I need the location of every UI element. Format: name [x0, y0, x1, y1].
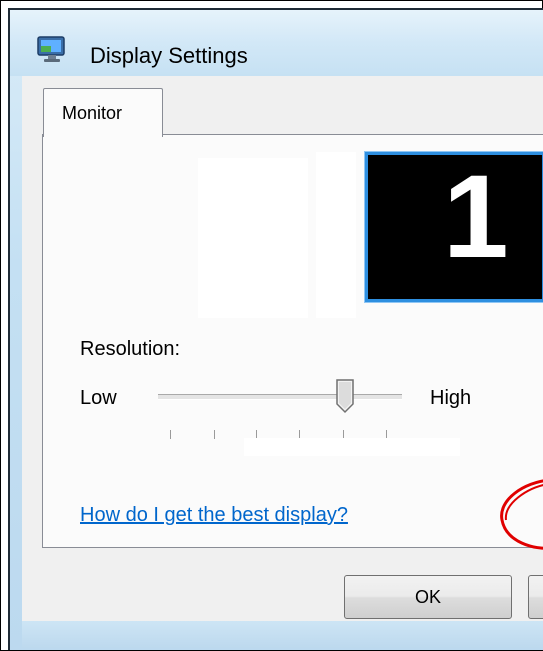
monitor-number: 1	[443, 151, 509, 283]
resolution-high-label: High	[430, 387, 472, 409]
monitor-preview-area	[198, 158, 308, 318]
window-bottom-frame	[22, 621, 543, 648]
resolution-value-area	[244, 438, 460, 456]
resolution-label: Resolution:	[80, 338, 181, 360]
tab-monitor[interactable]: Monitor	[43, 88, 163, 137]
resolution-low-label: Low	[80, 387, 117, 409]
cancel-button[interactable]	[528, 575, 543, 619]
monitor-1-tile[interactable]: 1	[365, 151, 543, 302]
title-bar[interactable]: Display Settings	[10, 10, 543, 76]
red-circle-annotation	[500, 479, 543, 550]
window-title: Display Settings	[90, 43, 248, 68]
slider-tick	[170, 430, 171, 439]
ok-button[interactable]: OK	[344, 575, 512, 619]
display-settings-icon	[37, 36, 65, 62]
resolution-slider-track[interactable]	[158, 394, 402, 400]
monitor-preview-gap	[316, 152, 356, 318]
slider-tick	[214, 430, 215, 439]
best-display-help-link[interactable]: How do I get the best display?	[80, 504, 348, 527]
tab-monitor-label: Monitor	[62, 103, 123, 123]
resolution-slider-thumb[interactable]	[335, 378, 355, 414]
